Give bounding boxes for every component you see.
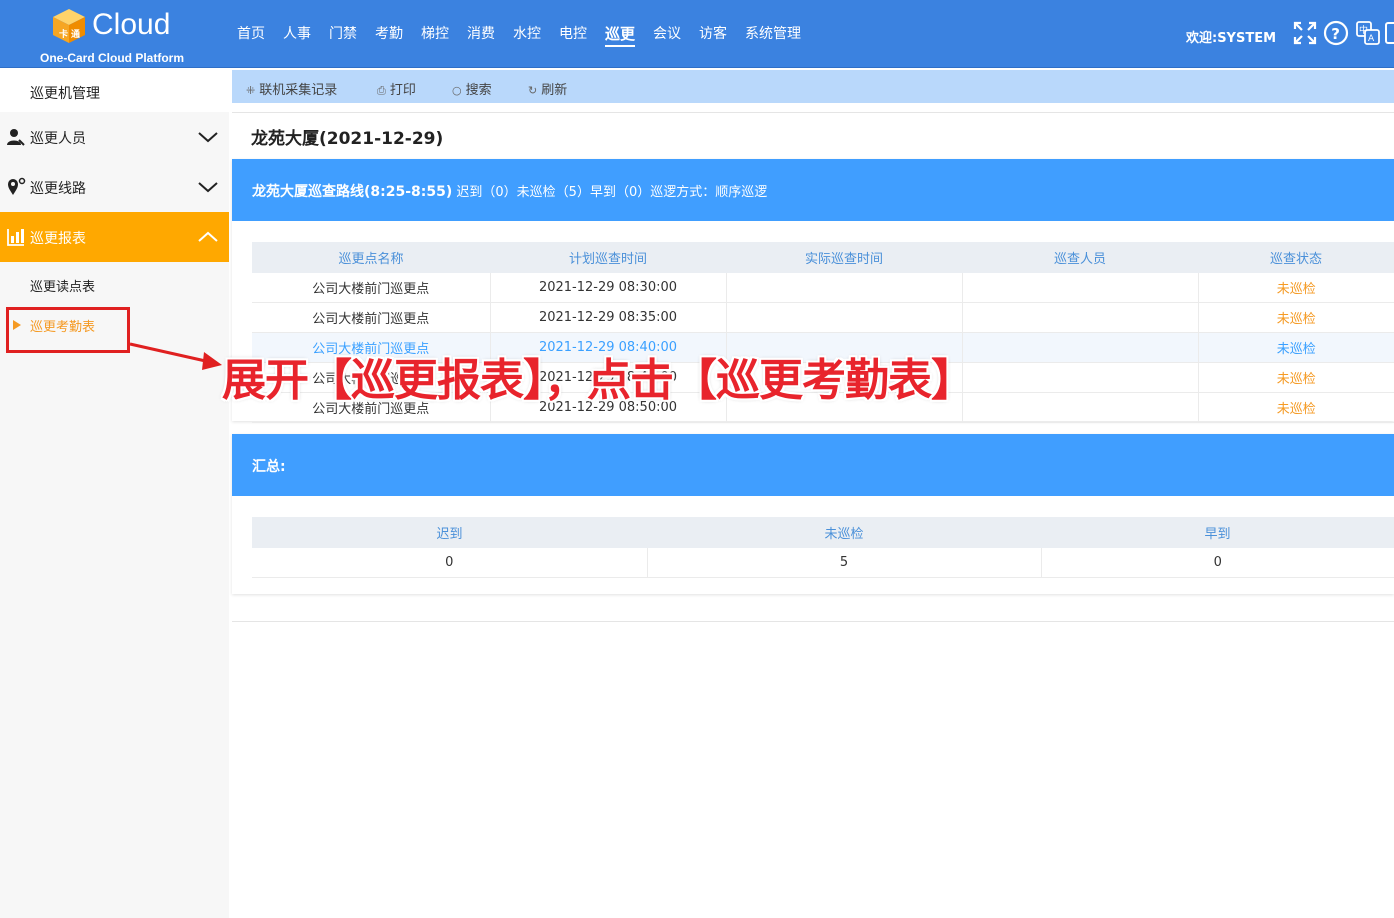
summary-value: 5 — [647, 548, 1042, 578]
summary-column-header: 迟到 — [252, 517, 647, 548]
summary-table: 迟到 未巡检 早到 050 — [252, 517, 1394, 578]
table-cell-status: 未巡检 — [1198, 392, 1394, 423]
person-icon — [7, 129, 25, 146]
sidebar: 巡更机管理 巡更人员 巡更线路 巡更报表 巡更读点表 巡更考勤表 — [0, 68, 229, 918]
svg-text:中: 中 — [1359, 24, 1368, 36]
table-cell-status: 未巡检 — [1198, 302, 1394, 333]
search-icon: ○ — [452, 84, 462, 97]
sidebar-group-patrol-staff[interactable]: 巡更人员 — [0, 112, 229, 162]
nav-item[interactable]: 会议 — [644, 0, 690, 67]
summary-panel-header: 汇总: — [232, 434, 1394, 496]
sidebar-group-label: 巡更报表 — [30, 231, 86, 247]
summary-column-header: 早到 — [1041, 517, 1394, 548]
chevron-down-icon — [198, 132, 218, 143]
table-cell-status: 未巡检 — [1198, 332, 1394, 363]
nav-item[interactable]: 访客 — [690, 0, 736, 67]
sidebar-item-label: 巡更机管理 — [30, 86, 100, 102]
refresh-icon: ↻ — [528, 84, 538, 97]
table-cell-person — [962, 362, 1199, 393]
nav-item[interactable]: 首页 — [228, 0, 274, 67]
summary-value: 0 — [1041, 548, 1394, 578]
sidebar-group-label: 巡更人员 — [30, 131, 86, 147]
column-header[interactable]: 计划巡查时间 — [490, 242, 726, 273]
nav-item[interactable]: 门禁 — [320, 0, 366, 67]
table-cell-planned: 2021-12-29 08:30:00 — [490, 273, 727, 303]
table-cell-status: 未巡检 — [1198, 362, 1394, 393]
table-cell-actual — [726, 302, 963, 333]
logo-subtitle: One-Card Cloud Platform — [40, 51, 185, 65]
top-header: 卡 通 Cloud One-Card Cloud Platform 首页 人事 门禁… — [0, 0, 1394, 68]
nav-item[interactable]: 水控 — [504, 0, 550, 67]
toolbar: ⁜ 联机采集记录 ⎙ 打印 ○ 搜索 ↻ 刷新 — [232, 70, 1394, 103]
annotation-text: 展开【巡更报表】，点击【巡更考勤表】 — [222, 355, 975, 406]
summary-column-header: 未巡检 — [647, 517, 1041, 548]
logout-icon[interactable] — [1384, 20, 1394, 46]
main-nav: 首页 人事 门禁 考勤 梯控 消费 水控 电控 巡更 会议 访客 系统管理 — [228, 0, 810, 67]
print-icon: ⎙ — [377, 84, 386, 97]
table-row[interactable]: 公司大楼前门巡更点 2021-12-29 08:30:00 未巡检 — [252, 273, 1394, 303]
divider — [232, 112, 1394, 113]
table-cell-planned: 2021-12-29 08:35:00 — [490, 302, 727, 333]
summary-title: 汇总: — [252, 459, 286, 475]
annotation-highlight-box — [6, 307, 130, 353]
svg-text:?: ? — [1331, 25, 1340, 43]
table-cell-person — [962, 392, 1199, 423]
column-header[interactable]: 巡更点名称 — [252, 242, 490, 273]
refresh-button[interactable]: ↻ 刷新 — [528, 79, 567, 98]
nav-item[interactable]: 考勤 — [366, 0, 412, 67]
table-cell-person — [962, 302, 1199, 333]
search-button[interactable]: ○ 搜索 — [452, 79, 492, 98]
table-row[interactable]: 公司大楼前门巡更点 2021-12-29 08:35:00 未巡检 — [252, 302, 1394, 333]
language-icon[interactable]: 中 A — [1355, 20, 1381, 46]
bar-chart-icon — [7, 229, 24, 246]
table-cell-person — [962, 332, 1199, 363]
logo-cube-icon: 卡 通 — [53, 9, 85, 43]
nav-item[interactable]: 巡更 — [596, 0, 644, 67]
nav-item[interactable]: 系统管理 — [736, 0, 810, 67]
nav-item[interactable]: 消费 — [458, 0, 504, 67]
welcome-text: 欢迎:SYSTEM — [1186, 31, 1277, 46]
table-cell-point: 公司大楼前门巡更点 — [252, 273, 491, 303]
app-logo[interactable]: 卡 通 Cloud One-Card Cloud Platform — [40, 6, 194, 65]
route-pin-icon — [8, 177, 26, 195]
divider — [232, 621, 1394, 622]
svg-text:通: 通 — [71, 28, 80, 40]
table-cell-point: 公司大楼前门巡更点 — [252, 302, 491, 333]
table-cell-status: 未巡检 — [1198, 273, 1394, 303]
fullscreen-icon[interactable] — [1292, 20, 1318, 46]
page-title: 龙苑大厦(2021-12-29) — [251, 129, 444, 149]
table-cell-person — [962, 273, 1199, 303]
collect-records-button[interactable]: ⁜ 联机采集记录 — [246, 79, 337, 98]
column-header[interactable]: 巡查状态 — [1198, 242, 1394, 273]
nav-item[interactable]: 电控 — [550, 0, 596, 67]
table-cell-actual — [726, 273, 963, 303]
column-header[interactable]: 巡查人员 — [962, 242, 1198, 273]
nav-item[interactable]: 梯控 — [412, 0, 458, 67]
print-button[interactable]: ⎙ 打印 — [377, 79, 416, 98]
svg-text:A: A — [1368, 34, 1375, 44]
summary-value: 0 — [252, 548, 648, 578]
route-panel-header: 龙苑大厦巡查路线(8:25-8:55) 迟到（0）未巡检（5）早到（0）巡逻方式… — [232, 159, 1394, 221]
nav-item[interactable]: 人事 — [274, 0, 320, 67]
sidebar-item-patrol-device[interactable]: 巡更机管理 — [0, 68, 229, 112]
route-summary: 迟到（0）未巡检（5）早到（0）巡逻方式：顺序巡逻 — [456, 185, 768, 200]
sidebar-subitem-reading-report[interactable]: 巡更读点表 — [30, 276, 95, 295]
logo-word: Cloud — [92, 8, 171, 41]
sidebar-group-label: 巡更线路 — [30, 181, 86, 197]
summary-panel: 汇总: 迟到 未巡检 早到 050 — [232, 434, 1394, 594]
collect-icon: ⁜ — [246, 84, 256, 97]
help-icon[interactable]: ? — [1323, 20, 1349, 46]
sidebar-group-patrol-report[interactable]: 巡更报表 — [0, 212, 229, 262]
chevron-up-icon — [198, 231, 218, 242]
route-name: 龙苑大厦巡查路线(8:25-8:55) — [252, 184, 453, 200]
sidebar-group-patrol-route[interactable]: 巡更线路 — [0, 162, 229, 212]
column-header[interactable]: 实际巡查时间 — [726, 242, 962, 273]
chevron-down-icon — [198, 182, 218, 193]
svg-text:卡: 卡 — [59, 28, 68, 40]
